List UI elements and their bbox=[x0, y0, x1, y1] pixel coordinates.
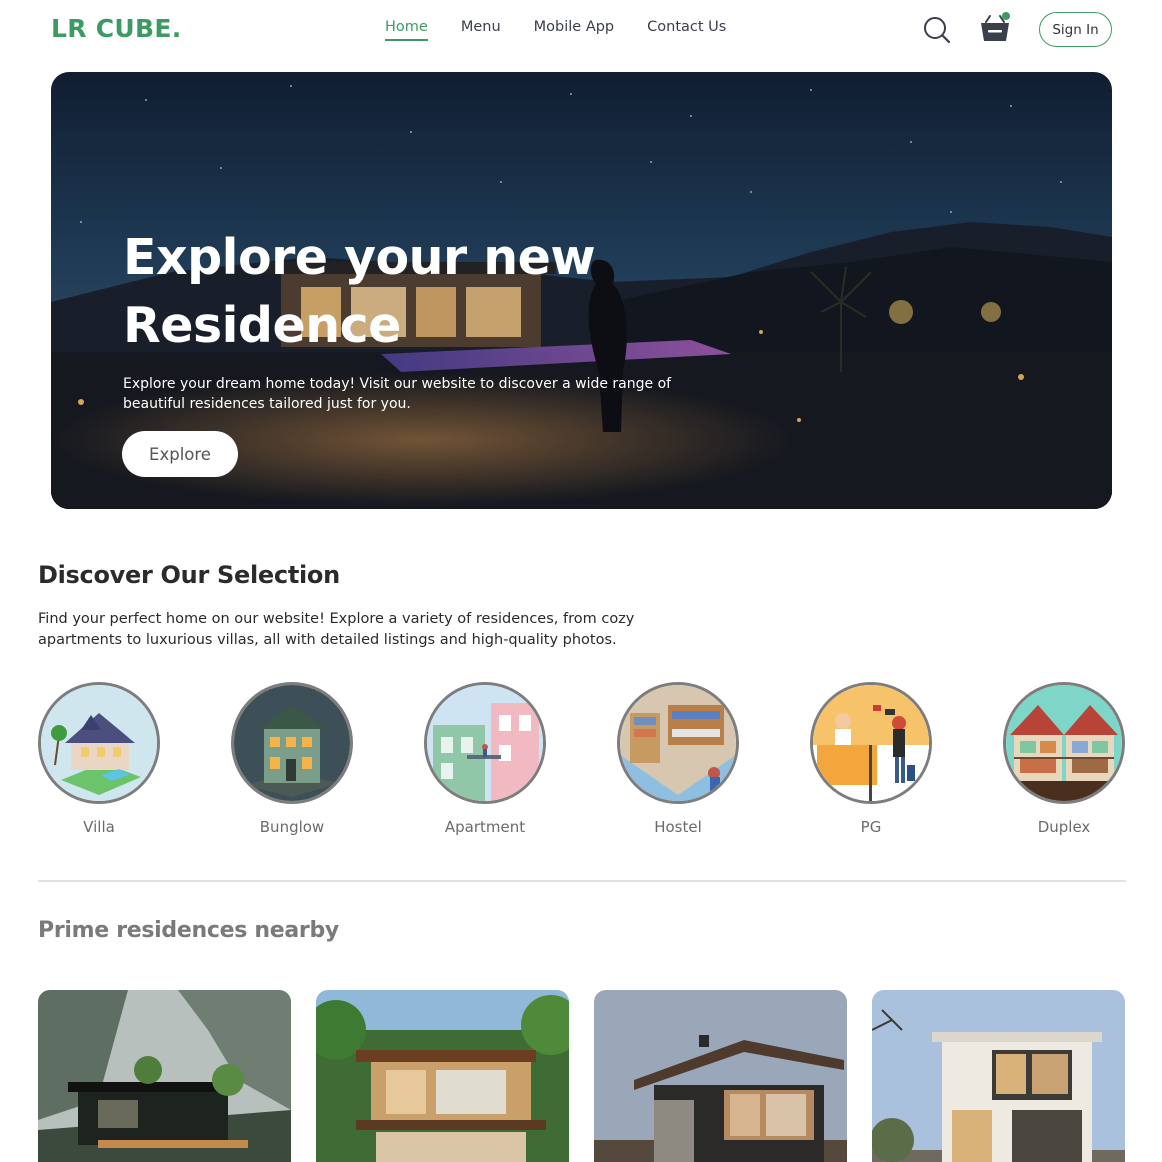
category-label: PG bbox=[860, 818, 882, 836]
residence-photo bbox=[872, 990, 1125, 1162]
villa-illustration bbox=[38, 682, 160, 804]
category-apartment[interactable]: Apartment bbox=[423, 682, 547, 836]
section-divider bbox=[38, 880, 1126, 882]
brand-logo[interactable]: LR CUBE. bbox=[51, 14, 182, 43]
prime-section-title: Prime residences nearby bbox=[38, 918, 339, 943]
hostel-illustration bbox=[617, 682, 739, 804]
discover-section-title: Discover Our Selection bbox=[38, 561, 340, 589]
cart-notification-dot bbox=[1002, 12, 1010, 20]
residence-card[interactable] bbox=[594, 990, 847, 1162]
category-label: Apartment bbox=[444, 818, 526, 836]
nav-link-home[interactable]: Home bbox=[385, 19, 428, 41]
apartment-illustration bbox=[424, 682, 546, 804]
category-villa[interactable]: Villa bbox=[37, 682, 161, 836]
residence-card[interactable] bbox=[316, 990, 569, 1162]
hero-title-line2: Residence bbox=[123, 297, 401, 354]
category-label: Bunglow bbox=[259, 818, 325, 836]
residence-photo bbox=[38, 990, 291, 1162]
residence-photo bbox=[316, 990, 569, 1162]
residence-card[interactable] bbox=[38, 990, 291, 1162]
hero-title: Explore your new Residence bbox=[123, 224, 643, 360]
sign-in-button[interactable]: Sign In bbox=[1039, 12, 1112, 47]
category-label: Duplex bbox=[1037, 818, 1091, 836]
top-navbar: LR CUBE. Home Menu Mobile App Contact Us… bbox=[0, 0, 1162, 60]
category-bunglow[interactable]: Bunglow bbox=[230, 682, 354, 836]
bunglow-illustration bbox=[231, 682, 353, 804]
category-hostel[interactable]: Hostel bbox=[616, 682, 740, 836]
pg-illustration bbox=[810, 682, 932, 804]
category-label: Hostel bbox=[654, 818, 702, 836]
search-icon[interactable] bbox=[922, 15, 952, 45]
residence-card[interactable] bbox=[872, 990, 1125, 1162]
hero-title-line1: Explore your new bbox=[123, 229, 596, 286]
explore-button[interactable]: Explore bbox=[122, 431, 238, 477]
basket-icon[interactable] bbox=[978, 12, 1012, 44]
duplex-illustration bbox=[1003, 682, 1125, 804]
category-pg[interactable]: PG bbox=[809, 682, 933, 836]
nav-link-menu[interactable]: Menu bbox=[461, 19, 501, 41]
category-label: Villa bbox=[83, 818, 115, 836]
nav-link-mobile-app[interactable]: Mobile App bbox=[534, 19, 615, 41]
discover-section-description: Find your perfect home on our website! E… bbox=[38, 611, 635, 648]
hero-subtitle: Explore your dream home today! Visit our… bbox=[123, 376, 672, 412]
nav-link-contact-us[interactable]: Contact Us bbox=[647, 19, 726, 41]
nav-links: Home Menu Mobile App Contact Us bbox=[385, 19, 759, 41]
hero-banner: Explore your new Residence Explore your … bbox=[51, 72, 1112, 509]
residence-photo bbox=[594, 990, 847, 1162]
category-duplex[interactable]: Duplex bbox=[1002, 682, 1126, 836]
